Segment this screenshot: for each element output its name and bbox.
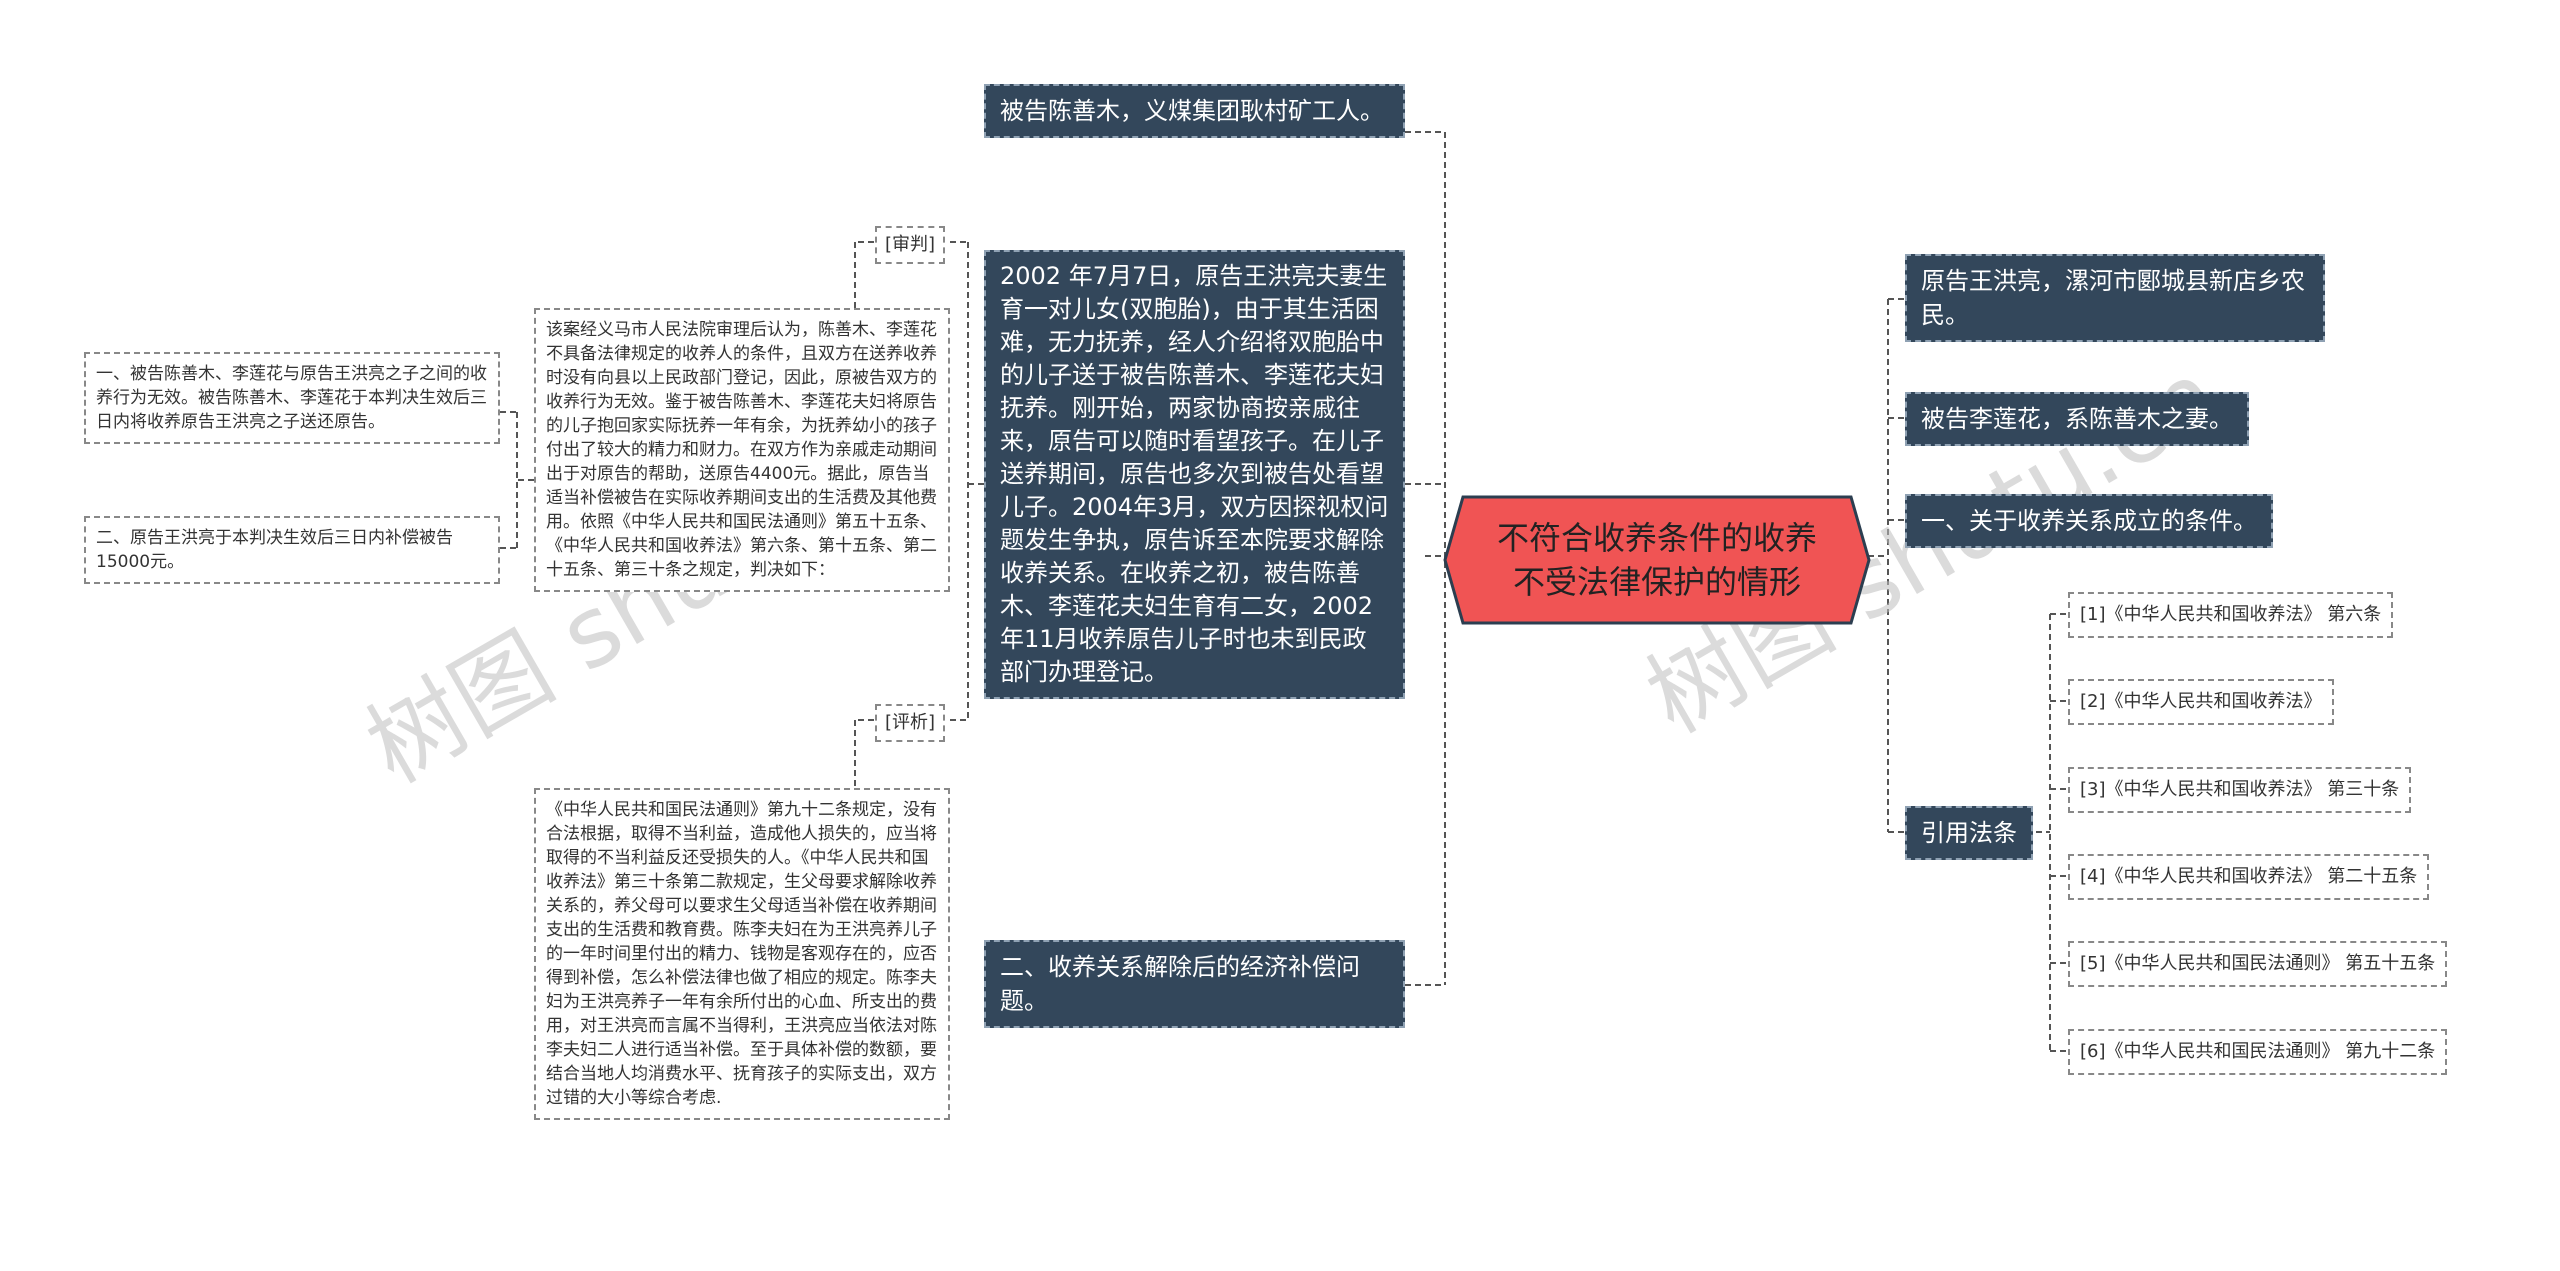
plaintiff-wang-node[interactable]: 原告王洪亮，漯河市郾城县新店乡农民。: [1905, 254, 2325, 342]
adoption-conditions-node[interactable]: 一、关于收养关系成立的条件。: [1905, 494, 2273, 548]
defendant-chen-node[interactable]: 被告陈善木，义煤集团耿村矿工人。: [984, 84, 1405, 138]
center-title: 不符合收养条件的收养不受法律保护的情形: [1496, 519, 1817, 601]
law-ref-4[interactable]: [4]《中华人民共和国收养法》 第二十五条: [2068, 854, 2430, 900]
comment-text-node[interactable]: 《中华人民共和国民法通则》第九十二条规定，没有合法根据，取得不当利益，造成他人损…: [534, 788, 950, 1120]
law-ref-5[interactable]: [5]《中华人民共和国民法通则》 第五十五条: [2068, 941, 2448, 987]
case-facts-node[interactable]: 2002 年7月7日，原告王洪亮夫妻生育一对儿女(双胞胎)，由于其生活困难，无力…: [984, 250, 1405, 699]
law-ref-3[interactable]: [3]《中华人民共和国收养法》 第三十条: [2068, 767, 2412, 813]
law-ref-1[interactable]: [1]《中华人民共和国收养法》 第六条: [2068, 592, 2394, 638]
comment-tag[interactable]: [评析]: [875, 704, 946, 742]
trial-tag[interactable]: [审判]: [875, 226, 946, 264]
center-topic[interactable]: 不符合收养条件的收养不受法律保护的情形: [1443, 495, 1871, 625]
defendant-li-node[interactable]: 被告李莲花，系陈善木之妻。: [1905, 392, 2249, 446]
verdict-1-node[interactable]: 一、被告陈善木、李莲花与原告王洪亮之子之间的收养行为无效。被告陈善木、李莲花于本…: [84, 352, 500, 444]
law-ref-6[interactable]: [6]《中华人民共和国民法通则》 第九十二条: [2068, 1029, 2448, 1075]
verdict-2-node[interactable]: 二、原告王洪亮于本判决生效后三日内补偿被告15000元。: [84, 516, 500, 584]
law-ref-2[interactable]: [2]《中华人民共和国收养法》: [2068, 679, 2334, 725]
cited-laws-node[interactable]: 引用法条: [1905, 806, 2033, 860]
trial-text-node[interactable]: 该案经义马市人民法院审理后认为，陈善木、李莲花不具备法律规定的收养人的条件，且双…: [534, 308, 950, 592]
compensation-issue-node[interactable]: 二、收养关系解除后的经济补偿问题。: [984, 940, 1405, 1028]
